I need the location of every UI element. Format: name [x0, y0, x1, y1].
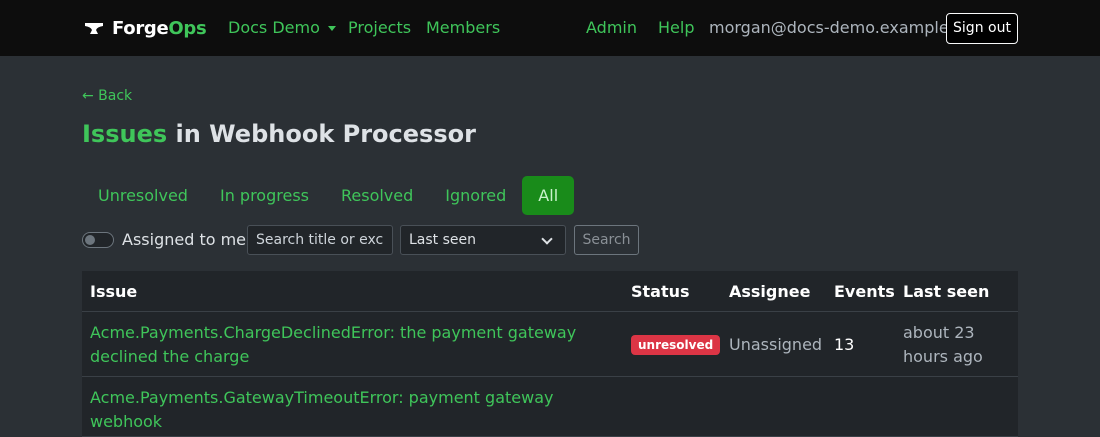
table-row[interactable]: Acme.Payments.ChargeDeclinedError: the p…: [82, 312, 1018, 377]
assigned-to-me-toggle[interactable]: [82, 232, 114, 248]
user-email: morgan@docs-demo.example: [709, 18, 949, 37]
issues-table: Issue Status Assignee Events Last seen A…: [82, 271, 1018, 437]
column-header-last-seen[interactable]: Last seen: [903, 283, 989, 301]
last-seen-value: about 23 hours ago: [903, 323, 983, 366]
org-dropdown[interactable]: Docs Demo: [228, 18, 336, 38]
table-header: Issue Status Assignee Events Last seen: [82, 271, 1018, 312]
caret-down-icon: [327, 25, 336, 31]
status-tabs: Unresolved In progress Resolved Ignored …: [82, 176, 575, 215]
org-dropdown-label: Docs Demo: [228, 18, 320, 37]
sort-select[interactable]: Last seen: [400, 225, 566, 255]
nav-admin-link[interactable]: Admin: [586, 18, 637, 38]
issue-title-link[interactable]: Acme.Payments.GatewayTimeoutError: payme…: [90, 386, 600, 434]
brand-logo[interactable]: Forge Ops: [84, 16, 207, 40]
nav-projects-link[interactable]: Projects: [348, 18, 411, 38]
events-count: 13: [834, 335, 855, 354]
brand-name-part-a: Forge: [112, 17, 169, 39]
assignee-value[interactable]: Unassigned: [729, 333, 822, 357]
tab-unresolved[interactable]: Unresolved: [82, 176, 204, 215]
sort-select-value: Last seen: [409, 232, 477, 248]
search-input[interactable]: [247, 225, 393, 255]
chevron-down-icon: [541, 233, 553, 245]
column-header-assignee[interactable]: Assignee: [729, 283, 810, 301]
tab-ignored[interactable]: Ignored: [429, 176, 522, 215]
page-title-highlight: Issues: [82, 120, 168, 148]
nav-members-link[interactable]: Members: [426, 18, 500, 38]
brand-name-part-b: Ops: [168, 17, 207, 39]
back-link[interactable]: ← Back: [82, 87, 132, 105]
assigned-to-me-label: Assigned to me: [122, 230, 247, 249]
toggle-knob: [85, 235, 95, 245]
top-navbar: Forge Ops Docs Demo Projects Members Admi…: [0, 0, 1100, 56]
tab-in-progress[interactable]: In progress: [204, 176, 325, 215]
tab-resolved[interactable]: Resolved: [325, 176, 429, 215]
status-badge: unresolved: [631, 335, 721, 355]
column-header-issue[interactable]: Issue: [90, 283, 137, 301]
issue-title-link[interactable]: Acme.Payments.ChargeDeclinedError: the p…: [90, 321, 600, 369]
search-button[interactable]: Search: [574, 225, 639, 255]
column-header-status[interactable]: Status: [631, 283, 690, 301]
page-title: Issues in Webhook Processor: [82, 118, 476, 150]
sign-out-button[interactable]: Sign out: [946, 13, 1018, 44]
tab-all[interactable]: All: [522, 176, 575, 215]
page-title-rest: in Webhook Processor: [167, 120, 476, 148]
nav-help-link[interactable]: Help: [658, 18, 694, 38]
table-row[interactable]: Acme.Payments.GatewayTimeoutError: payme…: [82, 377, 1018, 437]
column-header-events[interactable]: Events: [834, 283, 895, 301]
anvil-icon: [85, 23, 103, 34]
